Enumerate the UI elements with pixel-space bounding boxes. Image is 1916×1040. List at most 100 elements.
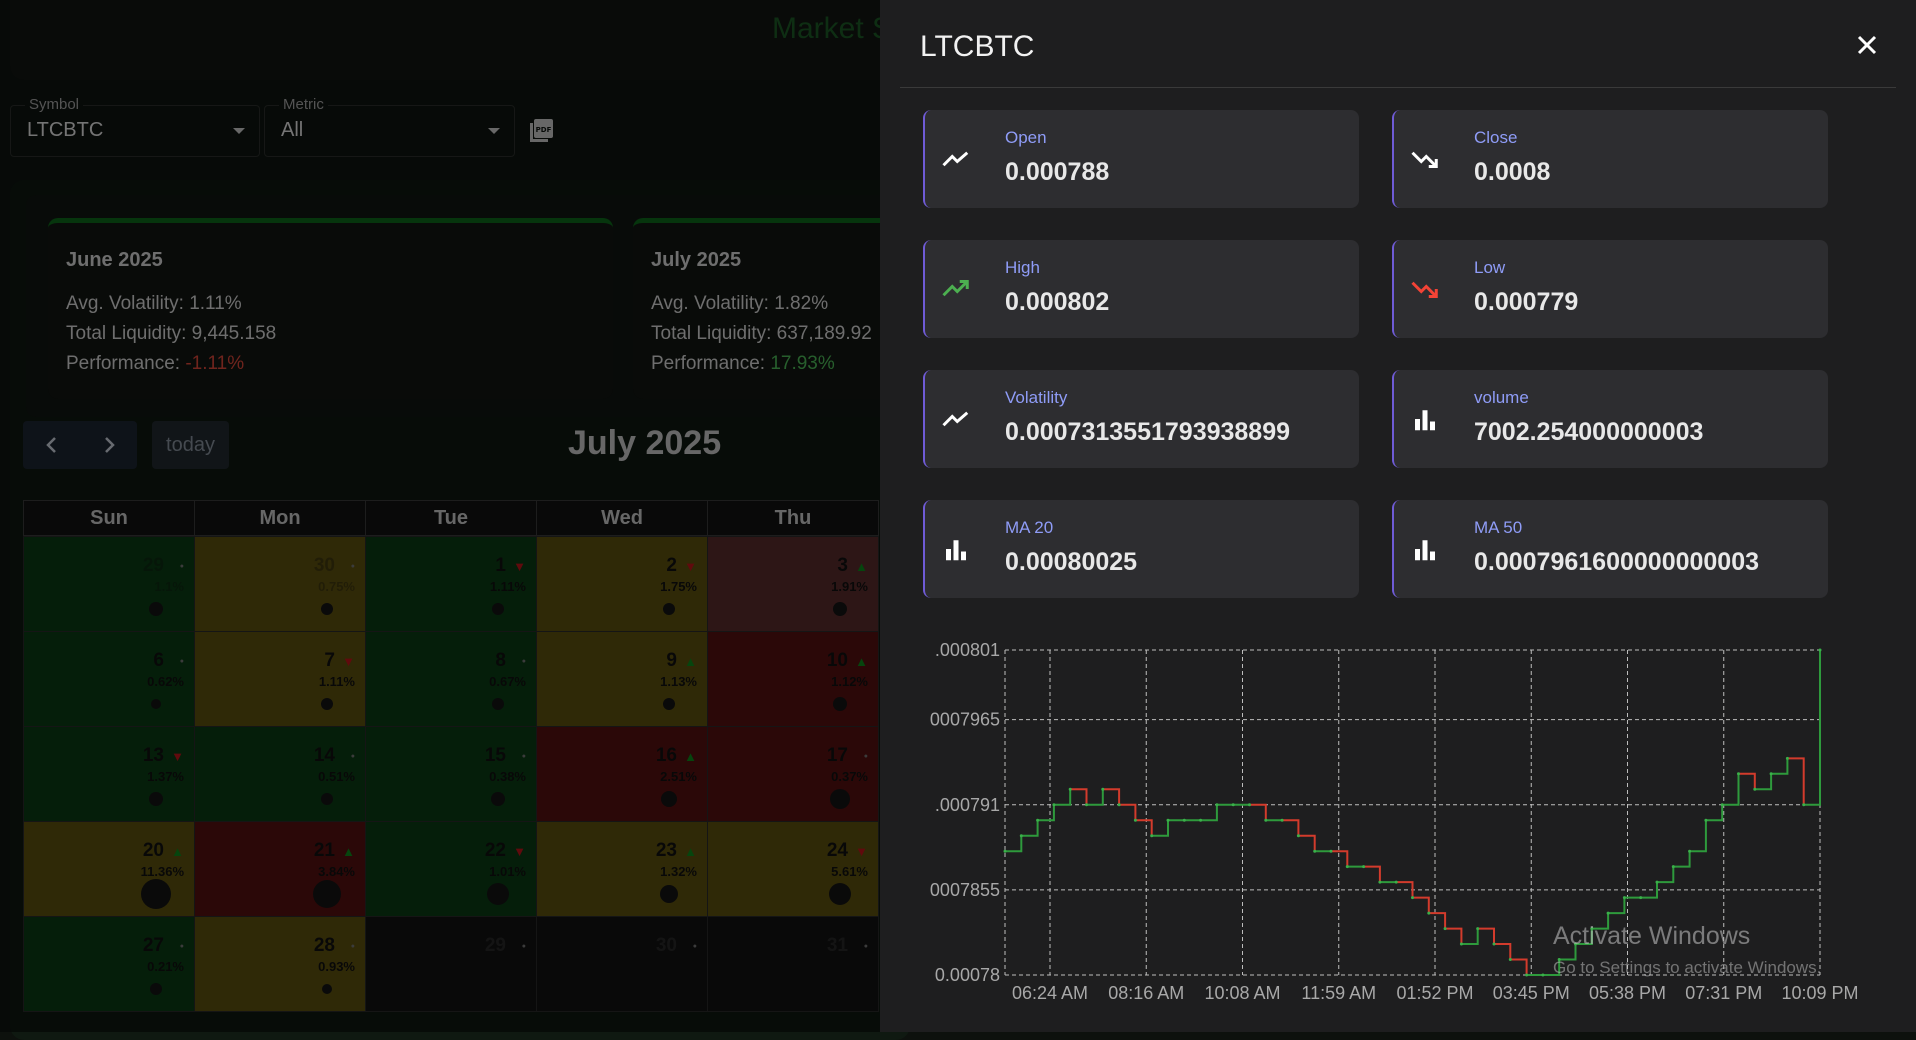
stat-value: 0.000788 (1005, 158, 1110, 186)
chart-data-point (1720, 803, 1724, 807)
chart-data-point (1508, 958, 1512, 962)
stat-label: Volatility (1005, 388, 1068, 407)
trending-up-icon (942, 280, 969, 297)
chart-data-point (1818, 648, 1822, 652)
chart-series-segment (1282, 819, 1300, 836)
chart-data-point (1182, 818, 1186, 822)
chart-data-point (1166, 818, 1170, 822)
stat-card-volatility: Volatility 0.0007313551793938899 (923, 370, 1359, 468)
close-icon (1857, 35, 1877, 55)
chart-data-point (1688, 849, 1692, 853)
chart-data-point (1671, 865, 1675, 869)
chart-series-segment (1689, 820, 1707, 853)
stat-label: MA 20 (1005, 518, 1054, 537)
stat-card-close: Close 0.0008 (1392, 110, 1828, 208)
chart-data-point (1459, 942, 1463, 946)
chart-data-point (1622, 896, 1626, 900)
chart-data-point (1476, 927, 1480, 931)
stat-card-ma-20: MA 20 0.00080025 (923, 500, 1359, 598)
stat-label: volume (1474, 388, 1529, 407)
chart-series-segment (1070, 788, 1088, 805)
chart-data-point (1411, 896, 1414, 900)
chart-data-point (1101, 787, 1105, 791)
chart-series-segment (1037, 804, 1055, 822)
chart-series-segment (1461, 928, 1479, 946)
x-tick-label: 03:45 PM (1493, 983, 1570, 1003)
chart-data-point (1525, 973, 1529, 977)
y-tick-label: 0.00078 (935, 965, 1000, 985)
chart-data-point (1394, 880, 1398, 884)
x-tick-label: 05:38 PM (1589, 983, 1666, 1003)
y-tick-label: 0007855 (930, 880, 1000, 900)
chart-data-point (1052, 803, 1056, 807)
stat-value: 0.000779 (1474, 288, 1579, 316)
chart-data-point (1443, 927, 1447, 931)
chart-series-segment (1363, 865, 1381, 883)
bar-chart-icon (946, 540, 966, 561)
trending-down-icon (1411, 281, 1438, 298)
x-tick-label: 10:09 PM (1781, 983, 1858, 1003)
chart-series-segment (1803, 650, 1821, 806)
trending-flat-icon (942, 411, 969, 427)
chart-data-point (1003, 849, 1007, 853)
watermark-title: Activate Windows (1553, 922, 1751, 950)
stat-label: Open (1005, 128, 1047, 147)
chart-data-point (1280, 818, 1284, 822)
chart-data-point (1427, 911, 1431, 915)
drawer-title: LTCBTC (920, 30, 1035, 63)
x-tick-label: 01:52 PM (1396, 983, 1473, 1003)
chart-series-segment (1200, 804, 1218, 822)
x-tick-label: 07:31 PM (1685, 983, 1762, 1003)
chart-series-segment (1053, 789, 1072, 806)
chart-series-segment (1705, 804, 1724, 822)
chart-data-point (1606, 911, 1610, 915)
chart-data-point (1199, 818, 1203, 822)
stat-value: 7002.254000000003 (1474, 418, 1704, 446)
chart-series-segment (1754, 773, 1773, 791)
chart-series-segment (1787, 757, 1805, 805)
chart-data-point (1737, 772, 1740, 776)
chart-series-segment (1249, 803, 1267, 821)
chart-series-segment (1119, 803, 1137, 821)
stat-value: 0.00080025 (1005, 548, 1138, 576)
chart-data-point (1655, 880, 1659, 884)
chart-data-point (1117, 803, 1121, 807)
drawer-divider (900, 87, 1896, 88)
chart-series-segment (1608, 897, 1626, 915)
chart-data-point (1068, 787, 1072, 791)
chart-series-segment (1477, 927, 1495, 945)
chart-series-segment (1510, 958, 1528, 975)
chart-data-point (1785, 756, 1789, 760)
chart-data-point (1769, 772, 1773, 776)
chart-series-segment (1673, 851, 1691, 868)
chart-series-segment (1738, 772, 1756, 790)
chart-data-point (1802, 803, 1806, 807)
close-button[interactable] (1850, 28, 1884, 62)
stat-value: 0.0008 (1474, 158, 1551, 186)
chart-data-point (1362, 865, 1366, 869)
stat-card-volume: volume 7002.254000000003 (1392, 370, 1828, 468)
chart-data-point (1085, 803, 1088, 807)
stat-label: Close (1474, 128, 1518, 147)
chart-data-point (1378, 880, 1382, 884)
chart-data-point (1036, 818, 1040, 822)
chart-data-point (1704, 818, 1708, 822)
chart-data-point (1753, 787, 1757, 791)
chart-data-point (1248, 803, 1251, 807)
chart-data-point (1215, 803, 1219, 807)
stat-label: MA 50 (1474, 518, 1523, 537)
stat-label: Low (1474, 258, 1506, 277)
chart-data-point (1296, 834, 1300, 838)
chart-data-point (1329, 849, 1333, 853)
chart-series-segment (1298, 834, 1316, 852)
stat-label: High (1005, 258, 1040, 277)
chart-series-segment (1021, 820, 1039, 837)
x-tick-label: 11:59 AM (1301, 983, 1376, 1003)
stat-card-low: Low 0.000779 (1392, 240, 1828, 338)
chart-series-segment (1771, 758, 1789, 775)
chart-series-segment (1086, 789, 1104, 806)
chart-series-segment (1151, 820, 1169, 837)
chart-data-point (1313, 849, 1317, 853)
bar-chart-icon (1415, 410, 1435, 431)
x-tick-label: 06:24 AM (1012, 983, 1088, 1003)
